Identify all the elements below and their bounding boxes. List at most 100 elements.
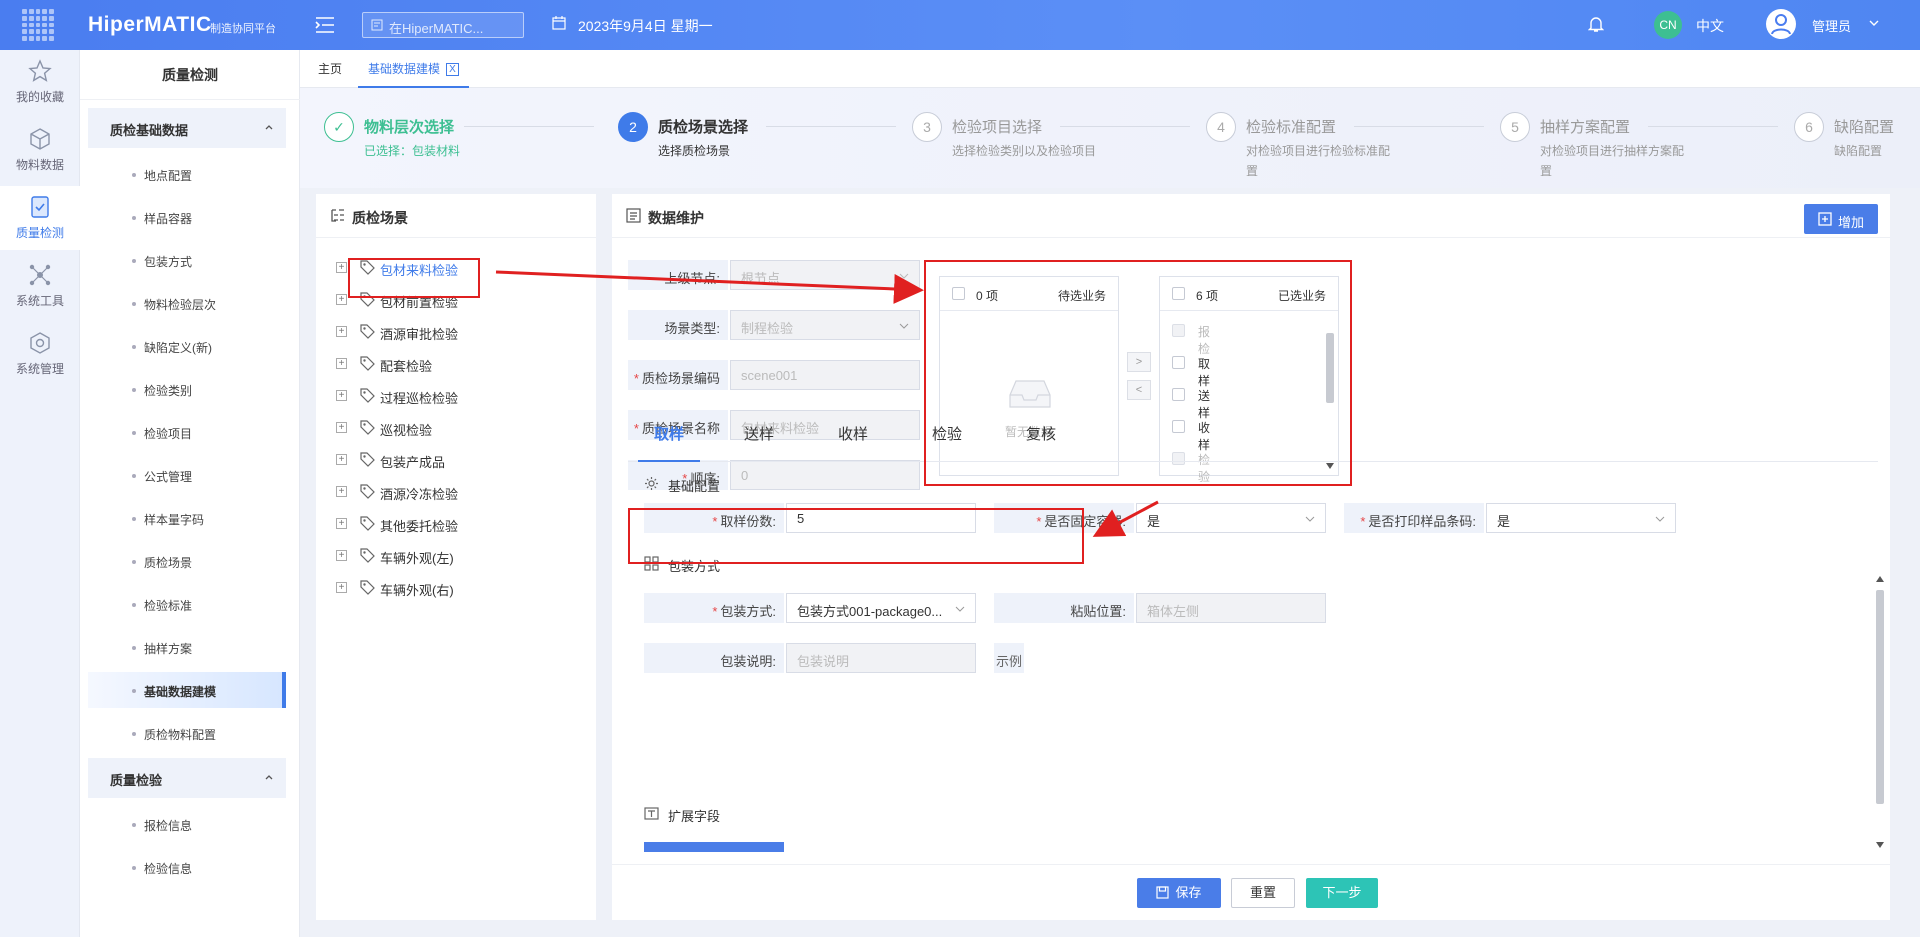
nav-item[interactable]: 样品容器 bbox=[88, 199, 286, 235]
scene-code-input[interactable]: scene001 bbox=[730, 360, 920, 390]
expand-icon[interactable]: + bbox=[336, 294, 347, 305]
step-connector bbox=[1648, 126, 1778, 127]
chevron-down-icon bbox=[899, 273, 909, 279]
nav-item[interactable]: 检验信息 bbox=[88, 849, 286, 885]
step-title: 检验标准配置 bbox=[1246, 119, 1337, 136]
tree-item-label: 车辆外观(右) bbox=[380, 583, 454, 598]
list-icon bbox=[626, 208, 641, 223]
nav-item[interactable]: 缺陷定义(新) bbox=[88, 328, 286, 364]
rail-label: 物料数据 bbox=[15, 158, 64, 172]
bell-icon[interactable] bbox=[1588, 15, 1604, 33]
nav-group-inspection[interactable]: 质量检验 bbox=[88, 758, 286, 798]
rail-item-tools[interactable]: 系统工具 bbox=[0, 254, 80, 318]
app-grid-icon[interactable] bbox=[22, 9, 54, 41]
scene-type-select[interactable]: 制程检验 bbox=[730, 310, 920, 340]
example-link[interactable]: 示例 bbox=[994, 643, 1025, 673]
expand-icon[interactable]: + bbox=[336, 454, 347, 465]
add-label: 增加 bbox=[1838, 215, 1865, 230]
nav-item[interactable]: 检验标准 bbox=[88, 586, 286, 622]
item-checkbox[interactable] bbox=[1172, 356, 1185, 369]
next-step-button[interactable]: 下一步 bbox=[1306, 878, 1378, 908]
avatar[interactable] bbox=[1766, 9, 1796, 39]
scroll-up-icon[interactable] bbox=[1876, 576, 1884, 582]
rail-item-quality[interactable]: 质量检测 bbox=[0, 186, 80, 250]
menu-collapse-icon[interactable] bbox=[314, 14, 336, 36]
fixed-container-select[interactable]: 是 bbox=[1136, 503, 1326, 533]
sample-count-input[interactable]: 5 bbox=[786, 503, 976, 533]
nav-item[interactable]: 质检物料配置 bbox=[88, 715, 286, 751]
business-tabs: 取样 送样 收样 检验 复核 bbox=[628, 414, 1878, 462]
nav-item[interactable]: 包装方式 bbox=[88, 242, 286, 278]
expand-icon[interactable]: + bbox=[336, 422, 347, 433]
tab-sampling[interactable]: 取样 bbox=[638, 414, 700, 462]
add-button[interactable]: 增加 bbox=[1804, 204, 1878, 234]
list-scrollbar[interactable] bbox=[1326, 333, 1334, 403]
expand-icon[interactable]: + bbox=[336, 390, 347, 401]
data-panel-header: 数据维护 bbox=[612, 194, 1890, 238]
extension-add-button[interactable] bbox=[644, 842, 784, 852]
tab-inspection[interactable]: 检验 bbox=[916, 414, 978, 462]
calendar-icon bbox=[552, 16, 566, 30]
move-right-button[interactable]: > bbox=[1127, 352, 1151, 372]
tab-receive-sample[interactable]: 收样 bbox=[822, 414, 884, 462]
subnav-title: 质量检测 bbox=[80, 50, 300, 100]
packaging-desc-input[interactable]: 包装说明 bbox=[786, 643, 976, 673]
expand-icon[interactable]: + bbox=[336, 326, 347, 337]
close-icon[interactable]: X bbox=[446, 63, 460, 77]
move-left-button[interactable]: < bbox=[1127, 380, 1151, 400]
rail-item-system[interactable]: 系统管理 bbox=[0, 322, 80, 386]
select-all-checkbox[interactable] bbox=[952, 287, 965, 300]
expand-icon[interactable]: + bbox=[336, 358, 347, 369]
scroll-down-icon[interactable] bbox=[1876, 842, 1884, 848]
nav-item[interactable]: 公式管理 bbox=[88, 457, 286, 493]
tab-review[interactable]: 复核 bbox=[1010, 414, 1072, 462]
tab-send-sample[interactable]: 送样 bbox=[728, 414, 790, 462]
inbox-empty-icon bbox=[1009, 380, 1051, 408]
nav-item-active[interactable]: 基础数据建模 bbox=[88, 672, 286, 708]
chevron-down-icon bbox=[1655, 516, 1665, 522]
source-count: 0 项 bbox=[976, 289, 999, 303]
nav-item[interactable]: 质检场景 bbox=[88, 543, 286, 579]
rail-item-material[interactable]: 物料数据 bbox=[0, 118, 80, 182]
global-search-input[interactable]: 在HiperMATIC... bbox=[362, 12, 524, 38]
nav-item[interactable]: 检验类别 bbox=[88, 371, 286, 407]
tag-icon bbox=[360, 516, 375, 531]
packaging-method-select[interactable]: 包装方式001-package0... bbox=[786, 593, 976, 623]
page-tabs: 主页 基础数据建模 X bbox=[300, 50, 1920, 88]
reset-button[interactable]: 重置 bbox=[1231, 878, 1295, 908]
parent-node-select[interactable]: 根节点 bbox=[730, 260, 920, 290]
language-badge[interactable]: CN bbox=[1654, 11, 1682, 39]
chevron-down-icon[interactable] bbox=[1868, 17, 1880, 29]
paste-position-input[interactable]: 箱体左侧 bbox=[1136, 593, 1326, 623]
transfer-item-label: 取样 bbox=[1198, 357, 1211, 388]
nav-item[interactable]: 抽样方案 bbox=[88, 629, 286, 665]
rail-label: 系统工具 bbox=[15, 294, 64, 308]
language-label[interactable]: 中文 bbox=[1696, 16, 1724, 36]
scroll-down-icon[interactable] bbox=[1326, 463, 1334, 469]
expand-icon[interactable]: + bbox=[336, 582, 347, 593]
save-button[interactable]: 保存 bbox=[1137, 878, 1221, 908]
extension-title: 扩展字段 bbox=[644, 806, 720, 825]
paste-position-label: 粘贴位置: bbox=[994, 593, 1134, 623]
rail-item-favorites[interactable]: 我的收藏 bbox=[0, 50, 80, 114]
expand-icon[interactable]: + bbox=[336, 486, 347, 497]
user-name[interactable]: 管理员 bbox=[1812, 16, 1851, 35]
expand-icon[interactable]: + bbox=[336, 262, 347, 273]
search-icon bbox=[371, 19, 383, 31]
nav-group-basic-data[interactable]: 质检基础数据 bbox=[88, 108, 286, 148]
item-checkbox[interactable] bbox=[1172, 388, 1185, 401]
tab-basic-modeling[interactable]: 基础数据建模 X bbox=[358, 50, 470, 88]
nav-item[interactable]: 报检信息 bbox=[88, 806, 286, 842]
form-scrollbar[interactable] bbox=[1876, 590, 1884, 804]
tab-home[interactable]: 主页 bbox=[308, 50, 352, 88]
nav-item[interactable]: 物料检验层次 bbox=[88, 285, 286, 321]
print-barcode-select[interactable]: 是 bbox=[1486, 503, 1676, 533]
nav-item[interactable]: 检验项目 bbox=[88, 414, 286, 450]
select-all-checkbox[interactable] bbox=[1172, 287, 1185, 300]
expand-icon[interactable]: + bbox=[336, 550, 347, 561]
order-input[interactable]: 0 bbox=[730, 460, 920, 490]
current-date: 2023年9月4日 星期一 bbox=[578, 18, 713, 34]
expand-icon[interactable]: + bbox=[336, 518, 347, 529]
nav-item[interactable]: 样本量字码 bbox=[88, 500, 286, 536]
nav-item[interactable]: 地点配置 bbox=[88, 156, 286, 192]
